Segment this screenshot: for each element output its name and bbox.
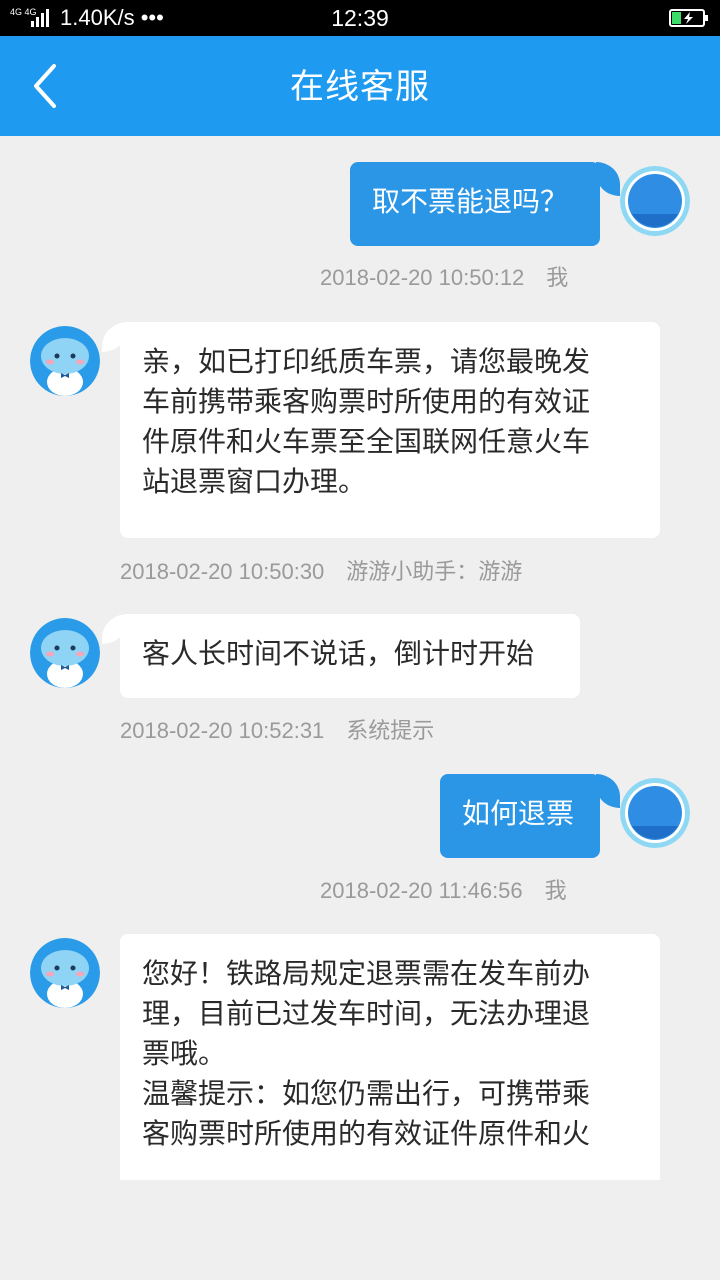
message-line: 理，目前已过发车时间，无法办理退 — [142, 997, 591, 1030]
assistant-avatar[interactable] — [30, 938, 100, 1008]
user-message-bubble[interactable]: 取不票能退吗？ — [350, 162, 620, 246]
page-title: 在线客服 — [290, 67, 430, 107]
message-sender: 游游小助手：游游 — [346, 560, 523, 585]
status-bar: 4G 4G 1.40K/s ••• 12:39 — [0, 0, 720, 36]
message-line: 站退票窗口办理。 — [142, 465, 367, 498]
user-avatar[interactable] — [620, 166, 690, 236]
message-sender: 我 — [544, 879, 567, 904]
system-message-bubble[interactable]: 客人长时间不说话，倒计时开始 — [102, 614, 580, 698]
chat-bottom-area — [0, 1180, 720, 1280]
message-line: 件原件和火车票至全国联网任意火车 — [142, 425, 591, 458]
message-meta: 2018-02-20 11:46:56 我 — [320, 873, 567, 905]
message-line: 您好！铁路局规定退票需在发车前办 — [142, 957, 591, 990]
message-meta: 2018-02-20 10:50:12 我 — [320, 260, 568, 292]
message-sender: 系统提示 — [346, 719, 435, 744]
message-text: 如何退票 — [462, 797, 575, 830]
message-text: 客人长时间不说话，倒计时开始 — [142, 637, 535, 670]
message-meta: 2018-02-20 10:52:31 系统提示 — [120, 713, 434, 745]
header-bar: 在线客服 — [0, 36, 720, 136]
message-meta: 2018-02-20 10:50:30 游游小助手：游游 — [120, 554, 522, 586]
assistant-message-bubble[interactable]: 亲，如已打印纸质车票，请您最晚发 车前携带乘客购票时所使用的有效证 件原件和火车… — [102, 322, 660, 538]
message-time: 2018-02-20 10:50:12 — [320, 265, 525, 290]
assistant-avatar[interactable] — [30, 618, 100, 688]
message-time: 2018-02-20 10:50:30 — [120, 559, 325, 584]
message-time: 2018-02-20 11:46:56 — [320, 878, 523, 903]
message-line: 票哦。 — [142, 1037, 227, 1070]
status-time: 12:39 — [331, 5, 389, 31]
message-text: 取不票能退吗？ — [372, 185, 569, 218]
user-message-bubble[interactable]: 如何退票 — [440, 774, 620, 858]
message-line: 亲，如已打印纸质车票，请您最晚发 — [142, 345, 591, 378]
message-sender: 我 — [546, 266, 569, 291]
message-line: 客购票时所使用的有效证件原件和火 — [142, 1117, 591, 1150]
assistant-message-bubble[interactable]: 您好！铁路局规定退票需在发车前办 理，目前已过发车时间，无法办理退 票哦。 温馨… — [120, 934, 660, 1194]
user-avatar[interactable] — [620, 778, 690, 848]
message-time: 2018-02-20 10:52:31 — [120, 718, 325, 743]
message-line: 车前携带乘客购票时所使用的有效证 — [142, 385, 591, 418]
assistant-avatar[interactable] — [30, 326, 100, 396]
message-line: 温馨提示：如您仍需出行，可携带乘 — [142, 1077, 591, 1110]
battery-charging-icon — [669, 9, 708, 27]
